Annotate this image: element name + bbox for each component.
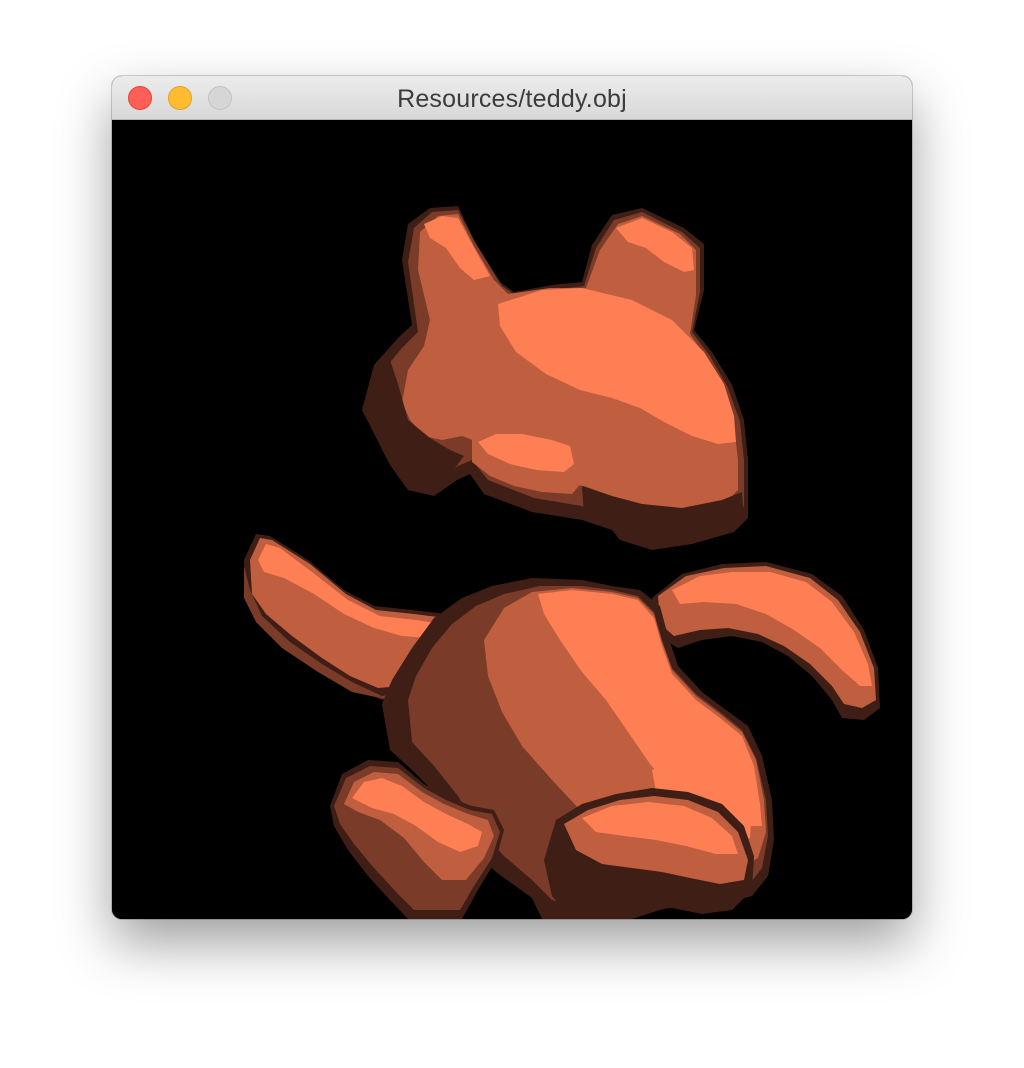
teddy-bear-render: [112, 120, 912, 919]
app-window: Resources/teddy.obj: [112, 76, 912, 919]
title-bar[interactable]: Resources/teddy.obj: [112, 76, 912, 120]
render-viewport[interactable]: [112, 120, 912, 919]
window-title: Resources/teddy.obj: [397, 85, 627, 113]
